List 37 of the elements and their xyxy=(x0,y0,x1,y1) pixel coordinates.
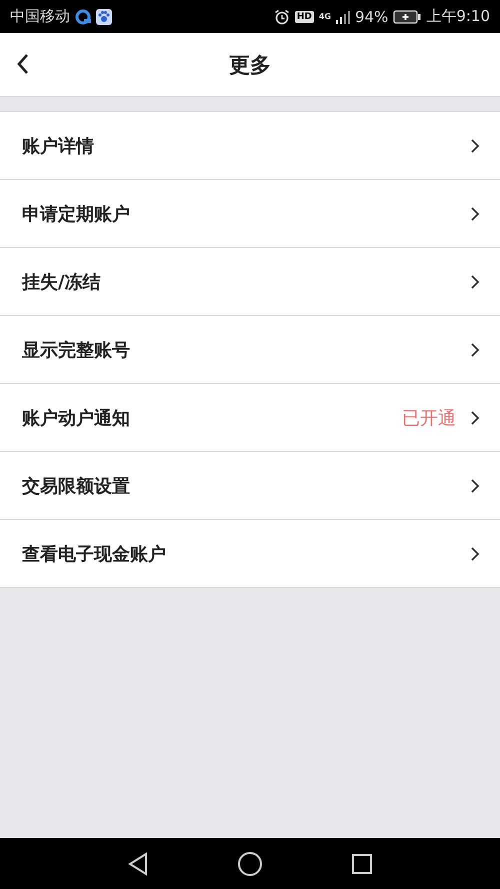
menu-item[interactable]: 显示完整账号 xyxy=(0,316,500,384)
recent-apps-icon[interactable] xyxy=(351,852,373,874)
network-type: 4G xyxy=(318,12,331,21)
paw-app-icon xyxy=(96,8,112,24)
status-text: 已开通 xyxy=(402,406,456,430)
chevron-right-icon xyxy=(470,342,480,358)
menu-item-label: 显示完整账号 xyxy=(22,338,131,362)
home-circle-icon[interactable] xyxy=(237,850,263,876)
menu-item[interactable]: 查看电子现金账户 xyxy=(0,520,500,588)
menu-item-label: 申请定期账户 xyxy=(22,202,131,226)
menu-item[interactable]: 申请定期账户 xyxy=(0,180,500,248)
cloud-app-icon xyxy=(75,8,91,24)
chevron-right-icon xyxy=(470,478,480,494)
menu-item-label: 挂失/冻结 xyxy=(22,270,102,294)
back-icon[interactable] xyxy=(16,53,30,75)
menu-item[interactable]: 账户动户通知 已开通 xyxy=(0,384,500,452)
battery-icon xyxy=(393,10,422,24)
back-triangle-icon[interactable] xyxy=(127,852,149,876)
chevron-right-icon xyxy=(470,206,480,222)
menu-item[interactable]: 交易限额设置 xyxy=(0,452,500,520)
chevron-right-icon xyxy=(470,546,480,562)
page-title: 更多 xyxy=(229,52,271,78)
menu-item[interactable]: 挂失/冻结 xyxy=(0,248,500,316)
menu-item-label: 查看电子现金账户 xyxy=(22,542,167,566)
battery-percent: 94% xyxy=(354,8,388,26)
chevron-right-icon xyxy=(470,274,480,290)
menu-item-label: 交易限额设置 xyxy=(22,474,131,498)
menu-item-label: 账户动户通知 xyxy=(22,406,131,430)
hd-badge: HD xyxy=(294,10,314,22)
alarm-icon xyxy=(274,8,290,24)
carrier-name: 中国移动 xyxy=(10,7,70,26)
menu-item[interactable]: 账户详情 xyxy=(0,112,500,180)
clock-time: 上午9:10 xyxy=(426,7,490,26)
menu-item-label: 账户详情 xyxy=(22,134,95,158)
chevron-right-icon xyxy=(470,138,480,154)
chevron-right-icon xyxy=(470,410,480,426)
signal-icon xyxy=(336,10,350,24)
